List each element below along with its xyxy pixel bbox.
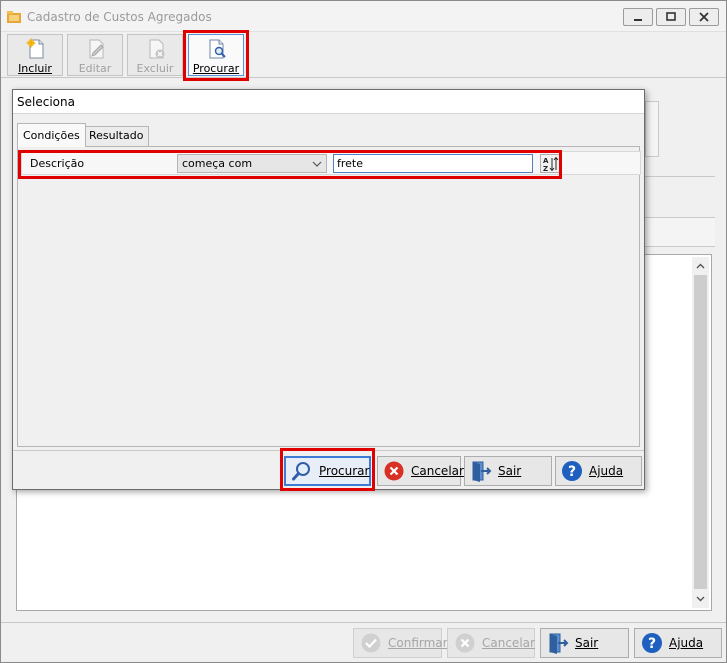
- procurar-dialog-label: Procurar: [319, 464, 370, 478]
- excluir-button[interactable]: Excluir: [127, 34, 183, 76]
- restore-icon: [666, 12, 676, 21]
- check-circle-icon: [361, 633, 381, 653]
- main-window: Cadastro de Custos Agregados Incluir Edi…: [0, 0, 727, 663]
- tab-condicoes[interactable]: Condições: [17, 123, 86, 147]
- delete-document-icon: [149, 39, 165, 59]
- maximize-button[interactable]: [656, 8, 686, 26]
- new-document-icon: [26, 38, 44, 59]
- editar-button[interactable]: Editar: [67, 34, 123, 76]
- background-strip: [645, 217, 715, 247]
- operator-select[interactable]: começa com: [177, 154, 327, 173]
- tab-resultado[interactable]: Resultado: [83, 126, 150, 146]
- cancelar-dialog-button[interactable]: Cancelar: [377, 456, 464, 486]
- cancelar-bottom-label: Cancelar: [482, 636, 535, 650]
- help-icon: ?: [562, 461, 582, 481]
- incluir-label: Incluir: [18, 62, 52, 75]
- ajuda-bottom-label: Ajuda: [669, 636, 704, 650]
- title-bar: Cadastro de Custos Agregados: [1, 1, 726, 32]
- minimize-button[interactable]: [623, 8, 653, 26]
- close-window-button[interactable]: [689, 8, 719, 26]
- svg-text:A: A: [543, 157, 549, 165]
- seleciona-dialog: Seleciona Condições Resultado Descrição …: [12, 89, 645, 490]
- sair-bottom-label: Sair: [575, 636, 599, 650]
- close-icon: [699, 12, 709, 22]
- magnifier-icon: [292, 462, 310, 481]
- dialog-title-bar: Seleciona: [13, 90, 644, 114]
- cancel-circle-icon: [455, 633, 475, 653]
- edit-document-icon: [89, 39, 104, 59]
- dialog-footer: Procurar Cancelar Sair ? Ajuda: [13, 450, 644, 489]
- folder-app-icon: [7, 11, 21, 23]
- background-divider: [645, 176, 715, 177]
- cancelar-bottom-button[interactable]: Cancelar: [447, 628, 535, 658]
- bottom-bar: Confirmar Cancelar Sair ? Ajuda: [1, 622, 726, 662]
- editar-label: Editar: [78, 62, 112, 75]
- excluir-label: Excluir: [136, 62, 174, 75]
- svg-text:Z: Z: [543, 165, 548, 172]
- sair-dialog-button[interactable]: Sair: [464, 456, 552, 486]
- incluir-button[interactable]: Incluir: [7, 34, 63, 76]
- exit-door-icon: [472, 461, 492, 482]
- procurar-toolbar-button[interactable]: Procurar: [188, 34, 244, 76]
- sair-dialog-label: Sair: [498, 464, 522, 478]
- exit-door-icon: [549, 633, 569, 654]
- toolbar: Incluir Editar Excluir Procurar: [1, 32, 726, 78]
- operator-selected-value: começa com: [182, 157, 253, 170]
- cancel-circle-icon: [384, 461, 404, 481]
- condition-field-label: Descrição: [30, 157, 85, 170]
- dialog-title: Seleciona: [17, 95, 75, 109]
- chevron-down-icon: [312, 161, 322, 167]
- sort-az-button[interactable]: A Z: [540, 154, 560, 173]
- confirmar-label: Confirmar: [388, 636, 448, 650]
- ajuda-dialog-button[interactable]: ? Ajuda: [555, 456, 642, 486]
- window-title: Cadastro de Custos Agregados: [27, 10, 212, 24]
- tab-condicoes-label: Condições: [23, 129, 80, 142]
- search-document-icon: [209, 39, 226, 59]
- help-icon: ?: [642, 633, 662, 653]
- svg-text:?: ?: [568, 464, 576, 480]
- sort-az-icon: A Z: [543, 156, 559, 172]
- scrollbar-thumb[interactable]: [694, 275, 707, 589]
- scroll-up-icon[interactable]: [695, 261, 706, 272]
- ajuda-bottom-button[interactable]: ? Ajuda: [634, 628, 722, 658]
- confirmar-button[interactable]: Confirmar: [353, 628, 448, 658]
- condition-row: Descrição começa com A Z: [21, 151, 641, 175]
- minimize-icon: [634, 19, 642, 21]
- svg-text:?: ?: [648, 636, 656, 652]
- condicoes-panel: Descrição começa com A Z: [17, 146, 641, 447]
- procurar-toolbar-label: Procurar: [192, 62, 240, 75]
- background-panel: [645, 101, 659, 157]
- sair-bottom-button[interactable]: Sair: [540, 628, 629, 658]
- tab-resultado-label: Resultado: [89, 129, 144, 142]
- procurar-dialog-button[interactable]: Procurar: [284, 456, 371, 486]
- cancelar-dialog-label: Cancelar: [411, 464, 464, 478]
- records-scrollbar[interactable]: [692, 257, 709, 608]
- condition-value-input[interactable]: [333, 154, 533, 173]
- scroll-down-icon[interactable]: [695, 593, 706, 604]
- ajuda-dialog-label: Ajuda: [589, 464, 624, 478]
